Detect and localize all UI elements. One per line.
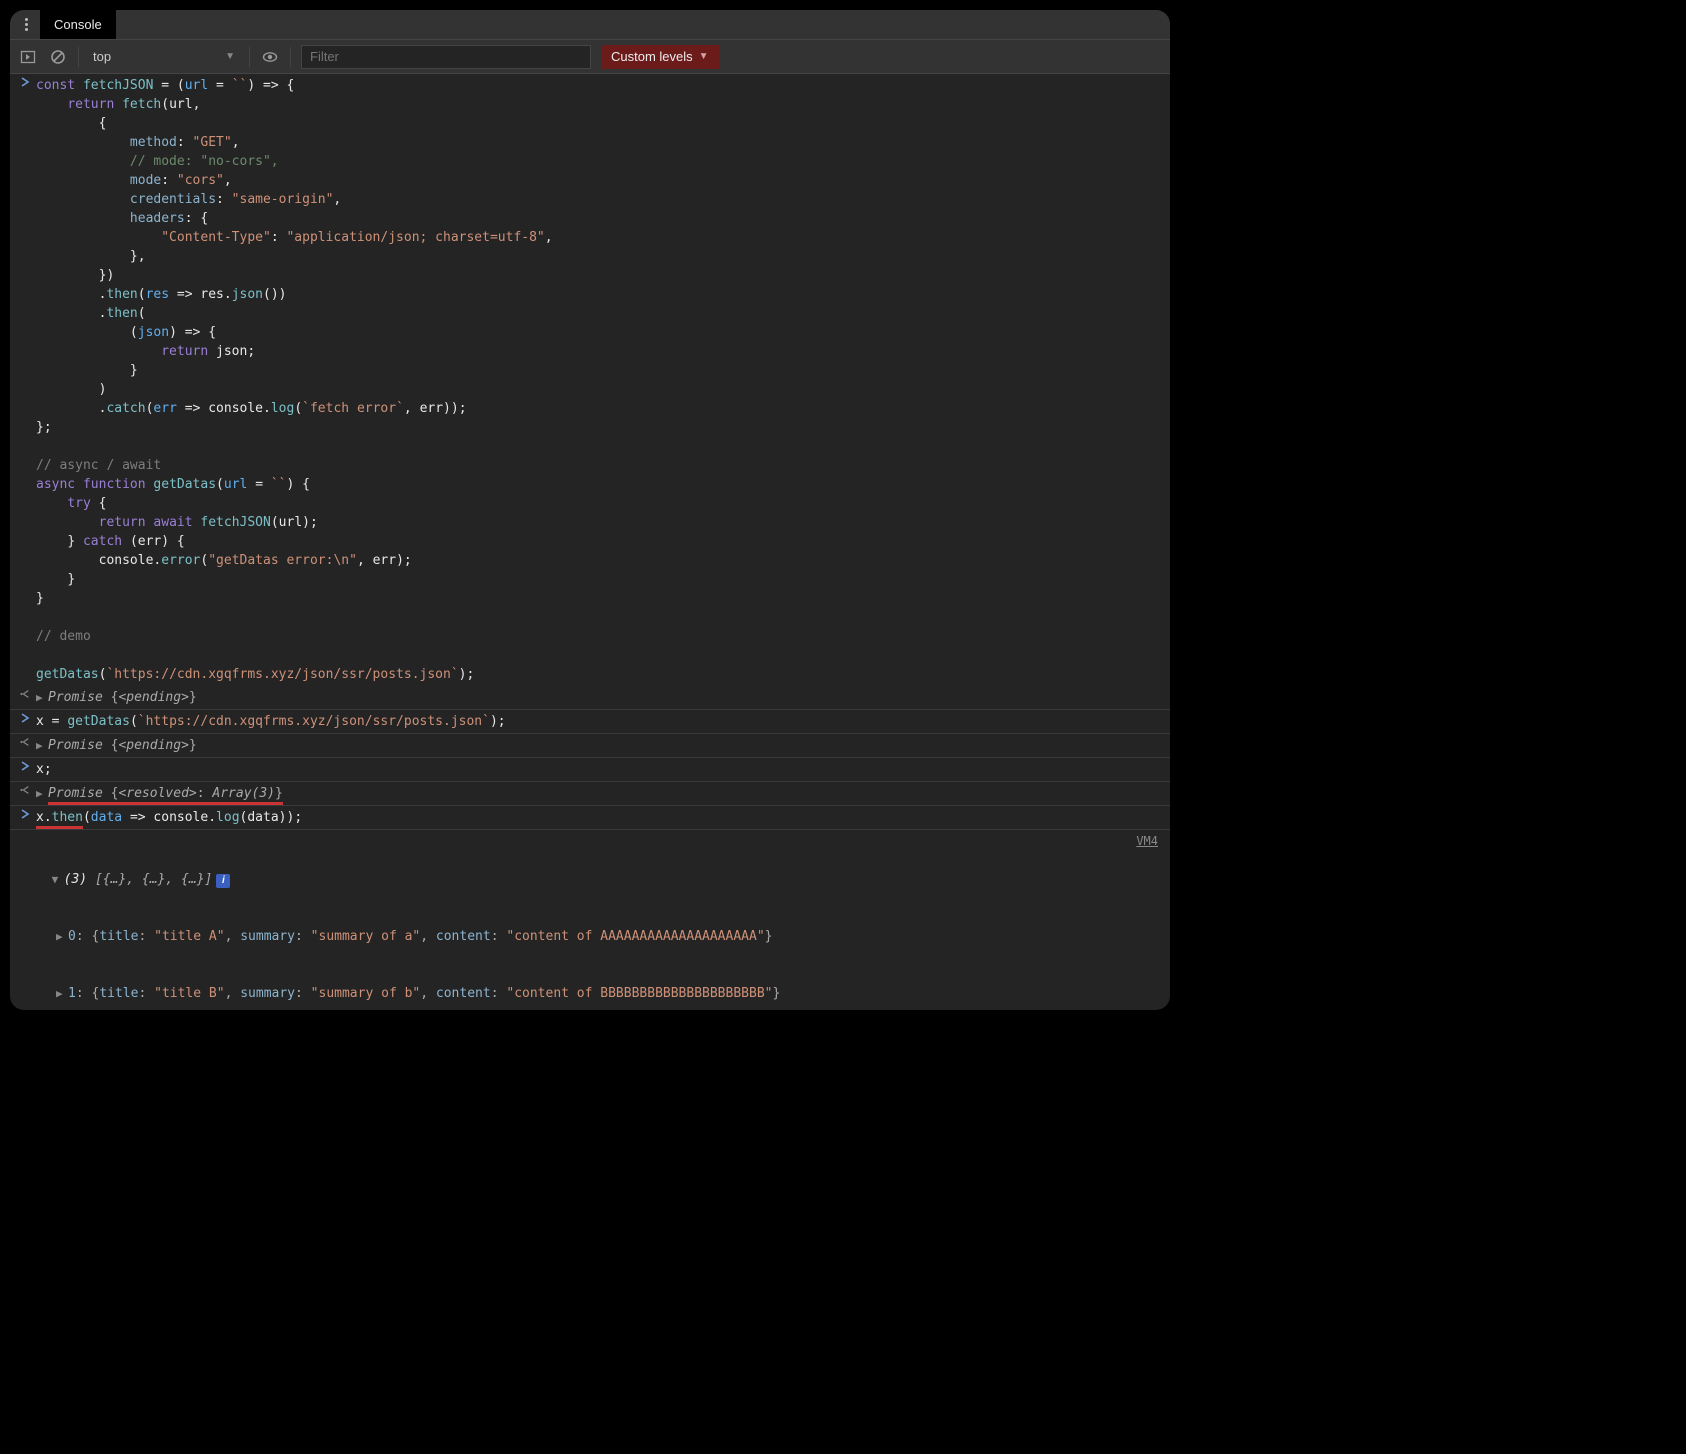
console-input-row: x.then(data => console.log(data)); [10,806,1170,830]
separator [78,47,79,67]
blank-gutter [14,832,36,833]
sidebar-toggle-icon[interactable] [18,47,38,67]
log-level-label: Custom levels [611,49,693,64]
item-content: content of AAAAAAAAAAAAAAAAAAAA [514,929,757,944]
separator [290,47,291,67]
input-chevron-icon [14,712,36,723]
console-output-row: ▶Promise {<resolved>: Array(3)} [10,782,1170,806]
console-output-row: ▶Promise {<pending>} [10,686,1170,710]
item-summary: summary of b [319,986,413,1001]
console-toolbar: top ▼ Custom levels ▼ [10,40,1170,74]
item-content: content of BBBBBBBBBBBBBBBBBBBBB [514,986,764,1001]
item-title: title A [162,929,217,944]
more-icon[interactable] [16,14,36,36]
expand-icon[interactable]: ▶ [56,927,66,946]
context-selector-label: top [93,49,111,64]
console-input-row: x = getDatas(`https://cdn.xgqfrms.xyz/js… [10,710,1170,734]
code-line: x; [36,760,1166,779]
input-chevron-icon [14,76,36,87]
code-line: x = getDatas(`https://cdn.xgqfrms.xyz/js… [36,712,1166,731]
output-chevron-icon [14,688,36,699]
expand-icon[interactable]: ▶ [36,784,46,803]
output-chevron-icon [14,784,36,795]
array-index: 0 [68,929,76,944]
expand-icon[interactable]: ▶ [36,736,46,755]
source-link[interactable]: VM4 [1136,832,1166,1010]
clear-console-icon[interactable] [48,47,68,67]
caret-down-icon: ▼ [225,51,235,62]
item-title: title B [162,986,217,1001]
expand-icon[interactable]: ▶ [56,984,66,1003]
tab-console-label: Console [54,17,102,32]
live-expression-icon[interactable] [260,47,280,67]
input-chevron-icon [14,808,36,819]
context-selector[interactable]: top ▼ [89,47,239,66]
input-chevron-icon [14,760,36,771]
console-input-row: x; [10,758,1170,782]
expand-icon[interactable]: ▶ [36,688,46,707]
console-output[interactable]: const fetchJSON = (url = ``) => { return… [10,74,1170,1010]
output-value[interactable]: ▶Promise {<pending>} [36,736,1166,755]
tabbar: Console [10,10,1170,40]
separator [249,47,250,67]
devtools-window: Console top ▼ Custom levels ▼ [10,10,1170,1010]
output-value[interactable]: ▶Promise {<resolved>: Array(3)} [36,784,1166,803]
array-expansion[interactable]: ▼(3) [{…}, {…}, {…}]i ▶0: {title: "title… [36,832,1166,1010]
collapse-icon[interactable]: ▼ [52,870,62,889]
info-icon[interactable]: i [216,874,230,888]
array-index: 1 [68,986,76,1001]
caret-down-icon: ▼ [699,51,709,62]
console-output-row: ▶Promise {<pending>} [10,734,1170,758]
log-level-selector[interactable]: Custom levels ▼ [601,45,719,69]
code-line: x.then(data => console.log(data)); [36,808,1166,827]
output-value[interactable]: ▶Promise {<pending>} [36,688,1166,707]
console-input-row: const fetchJSON = (url = ``) => { return… [10,74,1170,686]
item-summary: summary of a [319,929,413,944]
code-block: const fetchJSON = (url = ``) => { return… [36,76,1166,684]
filter-input[interactable] [301,45,591,69]
tab-console[interactable]: Console [40,10,116,39]
console-log-row: ▼(3) [{…}, {…}, {…}]i ▶0: {title: "title… [10,830,1170,1010]
output-chevron-icon [14,736,36,747]
